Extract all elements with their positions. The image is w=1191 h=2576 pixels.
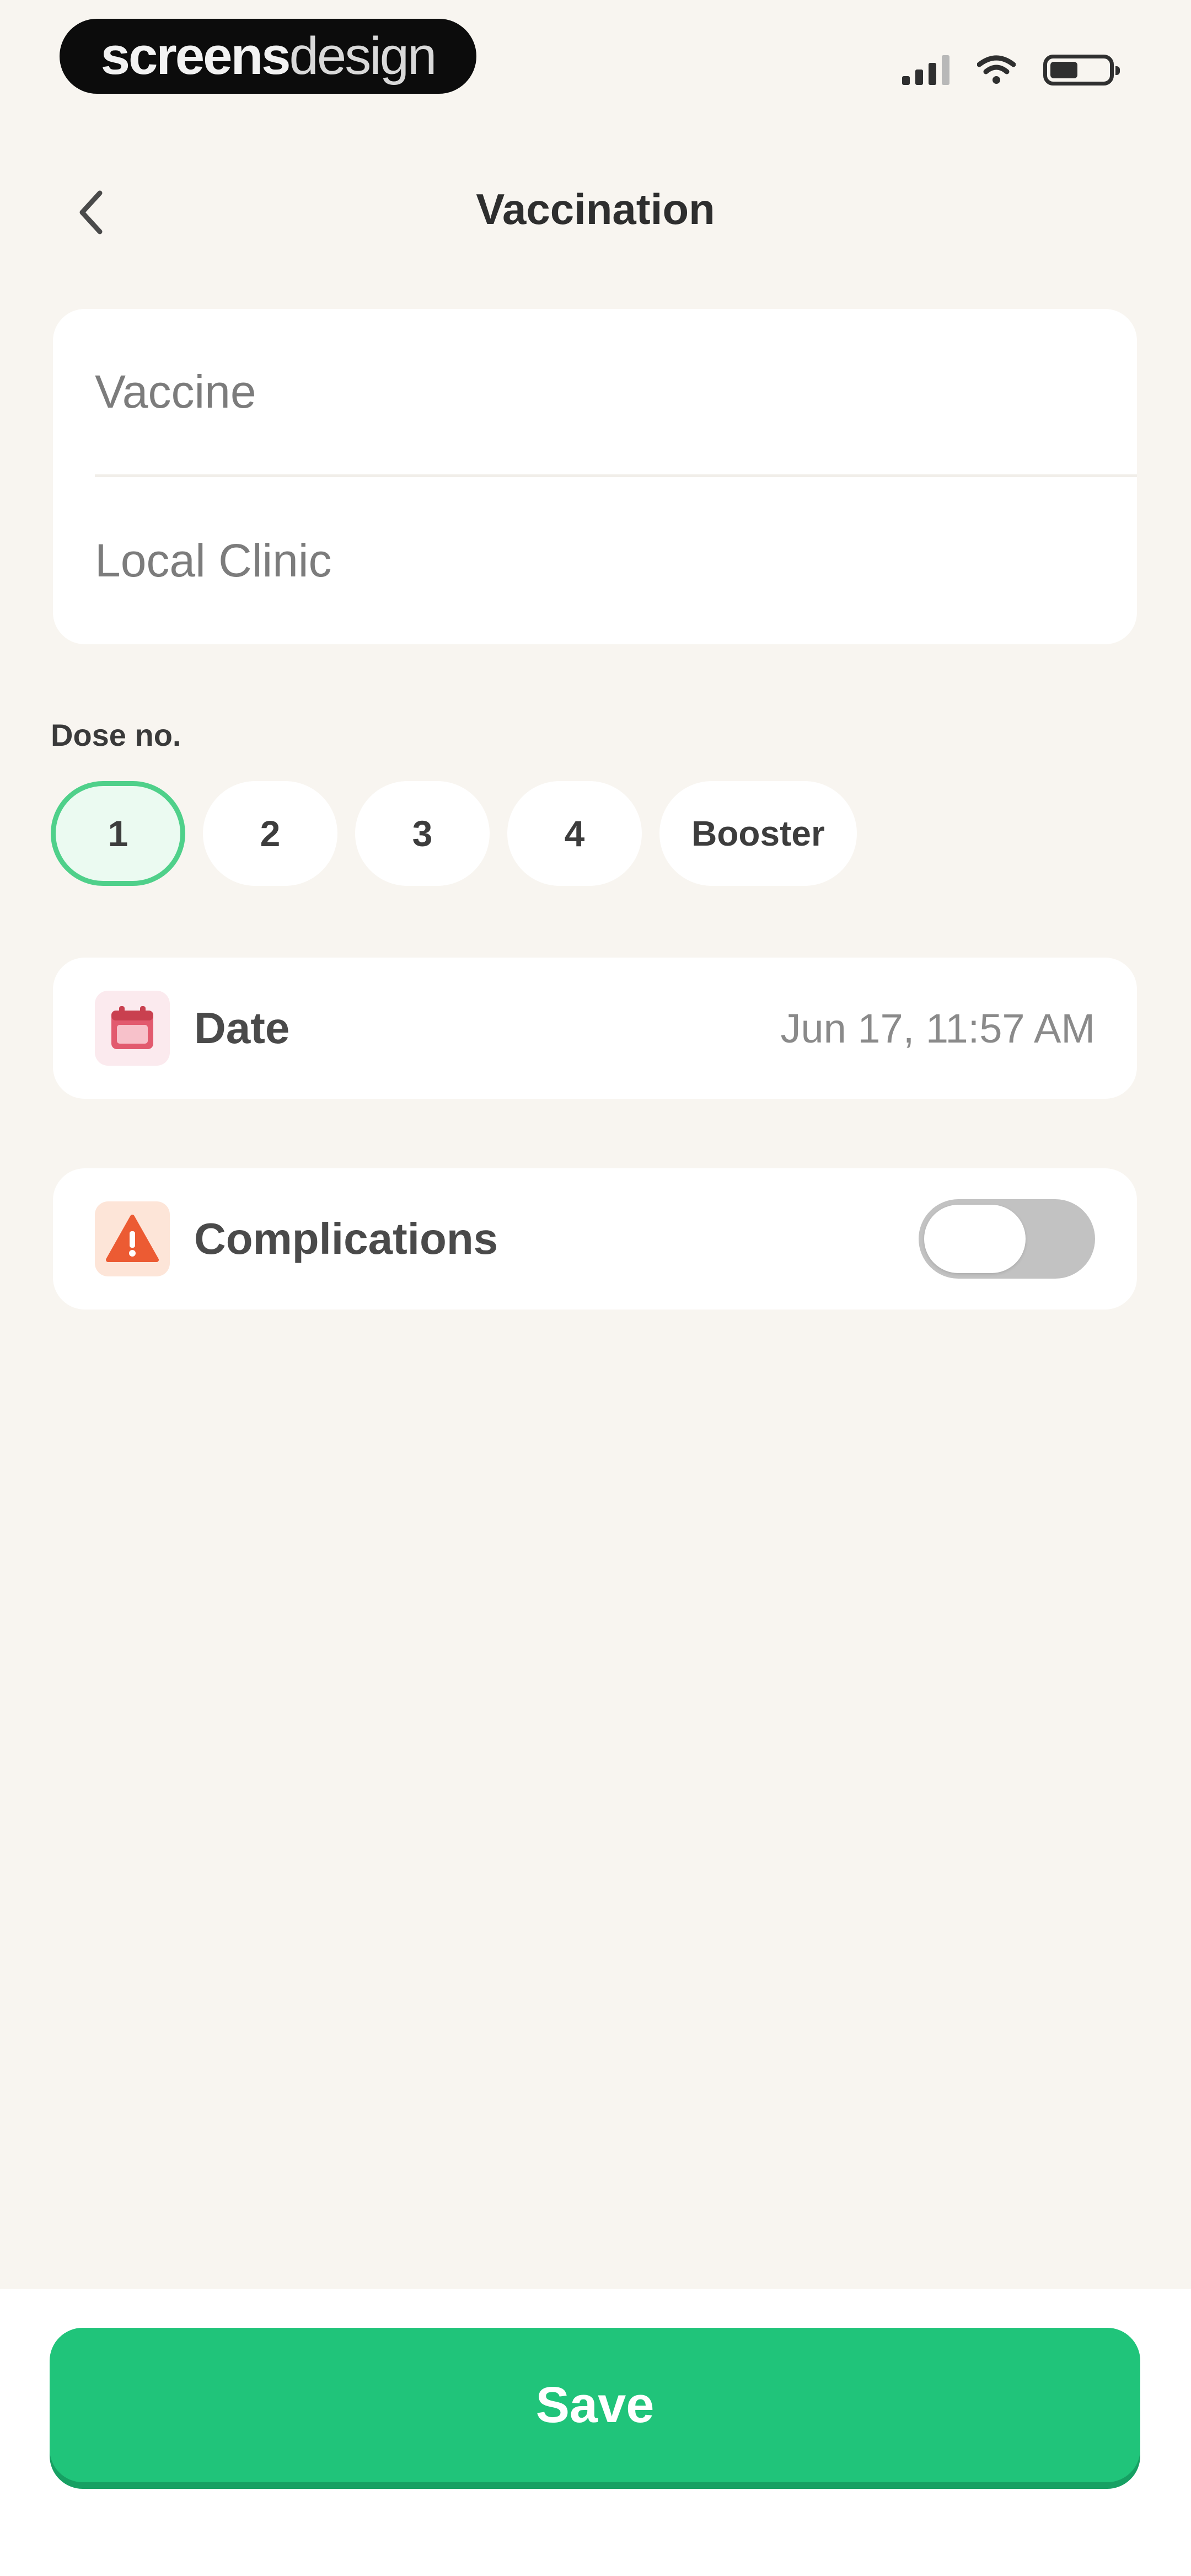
status-icons	[902, 51, 1120, 89]
clinic-input[interactable]: Local Clinic	[95, 478, 1095, 643]
complications-toggle[interactable]	[919, 1199, 1095, 1279]
dose-chip-2[interactable]: 2	[203, 781, 337, 886]
dose-chip-1[interactable]: 1	[51, 781, 185, 886]
warning-icon	[95, 1201, 170, 1276]
date-value[interactable]: Jun 17, 11:57 AM	[781, 958, 1095, 1099]
wifi-icon	[977, 55, 1016, 84]
date-label: Date	[194, 1003, 290, 1052]
date-row[interactable]: Date Jun 17, 11:57 AM	[53, 958, 1137, 1099]
save-button[interactable]: Save	[50, 2328, 1140, 2482]
brand-logo-bold: screens	[100, 26, 291, 85]
dose-selector: 1 2 3 4 Booster	[51, 781, 857, 886]
calendar-icon	[95, 991, 170, 1066]
complications-row: Complications	[53, 1168, 1137, 1310]
vaccination-screen: screens design Vaccination Vaccine Local…	[0, 0, 1191, 2576]
complications-label: Complications	[194, 1214, 498, 1263]
vaccine-details-card: Vaccine Local Clinic	[53, 309, 1137, 644]
toggle-knob	[924, 1205, 1026, 1273]
dose-chip-3[interactable]: 3	[355, 781, 490, 886]
dose-chip-4[interactable]: 4	[507, 781, 642, 886]
header: Vaccination	[0, 160, 1191, 259]
cellular-signal-icon	[902, 55, 949, 85]
dose-label: Dose no.	[51, 718, 181, 752]
brand-logo-light: design	[289, 26, 437, 85]
brand-logo: screens design	[60, 19, 476, 94]
dose-chip-booster[interactable]: Booster	[659, 781, 857, 886]
battery-icon	[1043, 55, 1120, 85]
status-bar: screens design	[0, 0, 1191, 110]
page-title: Vaccination	[476, 185, 715, 233]
field-divider	[95, 474, 1137, 477]
vaccine-input[interactable]: Vaccine	[95, 309, 1095, 474]
